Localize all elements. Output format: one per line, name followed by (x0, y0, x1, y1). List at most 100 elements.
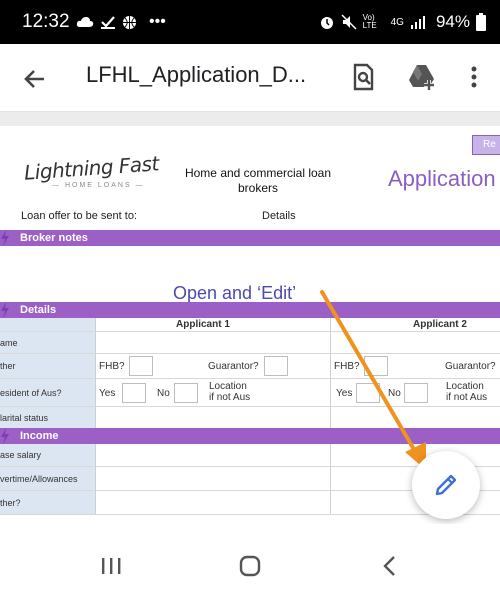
app-bar: LFHL_Application_D... (0, 44, 500, 112)
no-label-1: No (157, 388, 170, 399)
table-row-resident: esident of Aus? Yes No Location if not Au… (0, 379, 500, 407)
row-label-overtime: vertime/Allowances (0, 467, 95, 490)
nav-back-button[interactable] (378, 554, 402, 578)
status-time: 12:32 (22, 11, 70, 32)
check-icon (101, 16, 115, 29)
edit-fab-button[interactable] (412, 451, 480, 519)
column-divider (330, 407, 331, 428)
column-divider (330, 318, 331, 331)
section-details-label: Details (20, 304, 57, 316)
row-label-other: ther (0, 354, 95, 378)
document-title: LFHL_Application_D... (86, 62, 307, 87)
resident-no-checkbox-1[interactable] (174, 383, 198, 403)
battery-percent: 94% (435, 12, 470, 31)
application-heading: Application (388, 166, 496, 191)
more-vert-icon (471, 66, 477, 88)
more-notifications-icon: ••• (149, 13, 166, 30)
add-to-drive-button[interactable] (405, 60, 439, 94)
home-icon (239, 555, 261, 577)
applicant-2-header: Applicant 2 (413, 319, 467, 330)
section-income-label: Income (20, 430, 59, 442)
lightning-bolt-icon (1, 302, 9, 318)
back-button[interactable] (18, 62, 52, 96)
company-logo: Lightning Fast — HOME LOANS — (23, 151, 159, 189)
location-label-2: Location if not Aus (446, 381, 488, 403)
column-divider (330, 379, 331, 406)
home-button[interactable] (238, 554, 262, 578)
network-type: 4G (390, 16, 404, 28)
section-broker-notes-label: Broker notes (20, 232, 88, 244)
basketball-icon (122, 15, 137, 29)
row-label-resident: esident of Aus? (0, 379, 95, 406)
find-in-document-button[interactable] (346, 60, 380, 94)
location-label-1: Location if not Aus (209, 381, 251, 403)
fhb-label-2: FHB? (334, 361, 360, 372)
row-label-marital: larital status (0, 407, 95, 428)
lightning-bolt-icon (1, 428, 9, 444)
status-notification-icons: ••• (76, 13, 166, 31)
column-divider (95, 444, 96, 466)
column-divider (330, 354, 331, 378)
no-label-2: No (388, 388, 401, 399)
status-bar: 12:32 ••• Vo) LTE 4G 94% (0, 0, 500, 44)
logo-sub-text: — HOME LOANS — (52, 182, 145, 189)
mute-icon (341, 14, 357, 30)
cloud-icon (76, 17, 94, 27)
row-label-blank (0, 318, 95, 331)
lightning-bolt-icon (1, 230, 9, 246)
fhb-checkbox-2[interactable] (364, 356, 388, 376)
table-header-row: Applicant 1 Applicant 2 (0, 318, 500, 332)
yes-label-2: Yes (336, 388, 353, 399)
table-row-name: ame (0, 332, 500, 354)
column-divider (95, 467, 96, 490)
column-divider (95, 318, 96, 331)
resident-no-checkbox-2[interactable] (404, 383, 428, 403)
column-divider (95, 379, 96, 406)
more-options-button[interactable] (460, 60, 488, 94)
column-divider (330, 467, 331, 490)
row-label-other-income: ther? (0, 491, 95, 514)
section-income: Income (0, 428, 500, 444)
fhb-checkbox-1[interactable] (129, 356, 153, 376)
battery-icon (476, 13, 486, 31)
volte-badge: Vo) LTE (362, 13, 377, 30)
resident-yes-checkbox-1[interactable] (122, 383, 146, 403)
column-divider (95, 354, 96, 378)
yes-label-1: Yes (99, 388, 116, 399)
fhb-label-1: FHB? (99, 361, 125, 372)
loan-offer-label: Loan offer to be sent to: (21, 210, 137, 222)
alarm-icon (320, 17, 333, 29)
column-divider (330, 444, 331, 466)
column-divider (330, 332, 331, 353)
applicant-1-header: Applicant 1 (176, 319, 230, 330)
recents-icon (102, 558, 121, 574)
status-system-icons: Vo) LTE 4G 94% (319, 12, 486, 32)
guarantor-checkbox-1[interactable] (264, 356, 288, 376)
company-description: Home and commercial loan brokers (184, 166, 332, 195)
row-label-name: ame (0, 332, 95, 353)
logo-main-text: Lightning Fast (23, 151, 160, 185)
column-divider (95, 332, 96, 353)
column-divider (95, 491, 96, 514)
resident-yes-checkbox-2[interactable] (356, 383, 380, 403)
top-right-tab: Re (472, 135, 500, 155)
recents-button[interactable] (100, 556, 122, 576)
row-label-base-salary: ase salary (0, 444, 95, 466)
section-broker-notes: Broker notes (0, 230, 500, 246)
column-divider (330, 491, 331, 514)
guarantor-label-1: Guarantor? (208, 361, 259, 372)
column-divider (95, 407, 96, 428)
system-nav-bar (0, 524, 500, 594)
add-to-drive-icon (409, 65, 434, 90)
instruction-overlay-text: Open and ‘Edit’ (173, 283, 297, 303)
loan-offer-details-label: Details (262, 210, 296, 222)
chevron-left-icon (383, 556, 395, 576)
table-row-other: ther FHB? Guarantor? FHB? Guarantor? (0, 354, 500, 379)
edit-pencil-icon (435, 474, 457, 496)
guarantor-label-2: Guarantor? (445, 361, 496, 372)
find-in-document-icon (353, 63, 374, 91)
signal-icon (410, 16, 425, 29)
table-row-marital: larital status (0, 407, 500, 429)
arrow-back-icon (24, 70, 44, 88)
section-details: Details (0, 302, 500, 318)
